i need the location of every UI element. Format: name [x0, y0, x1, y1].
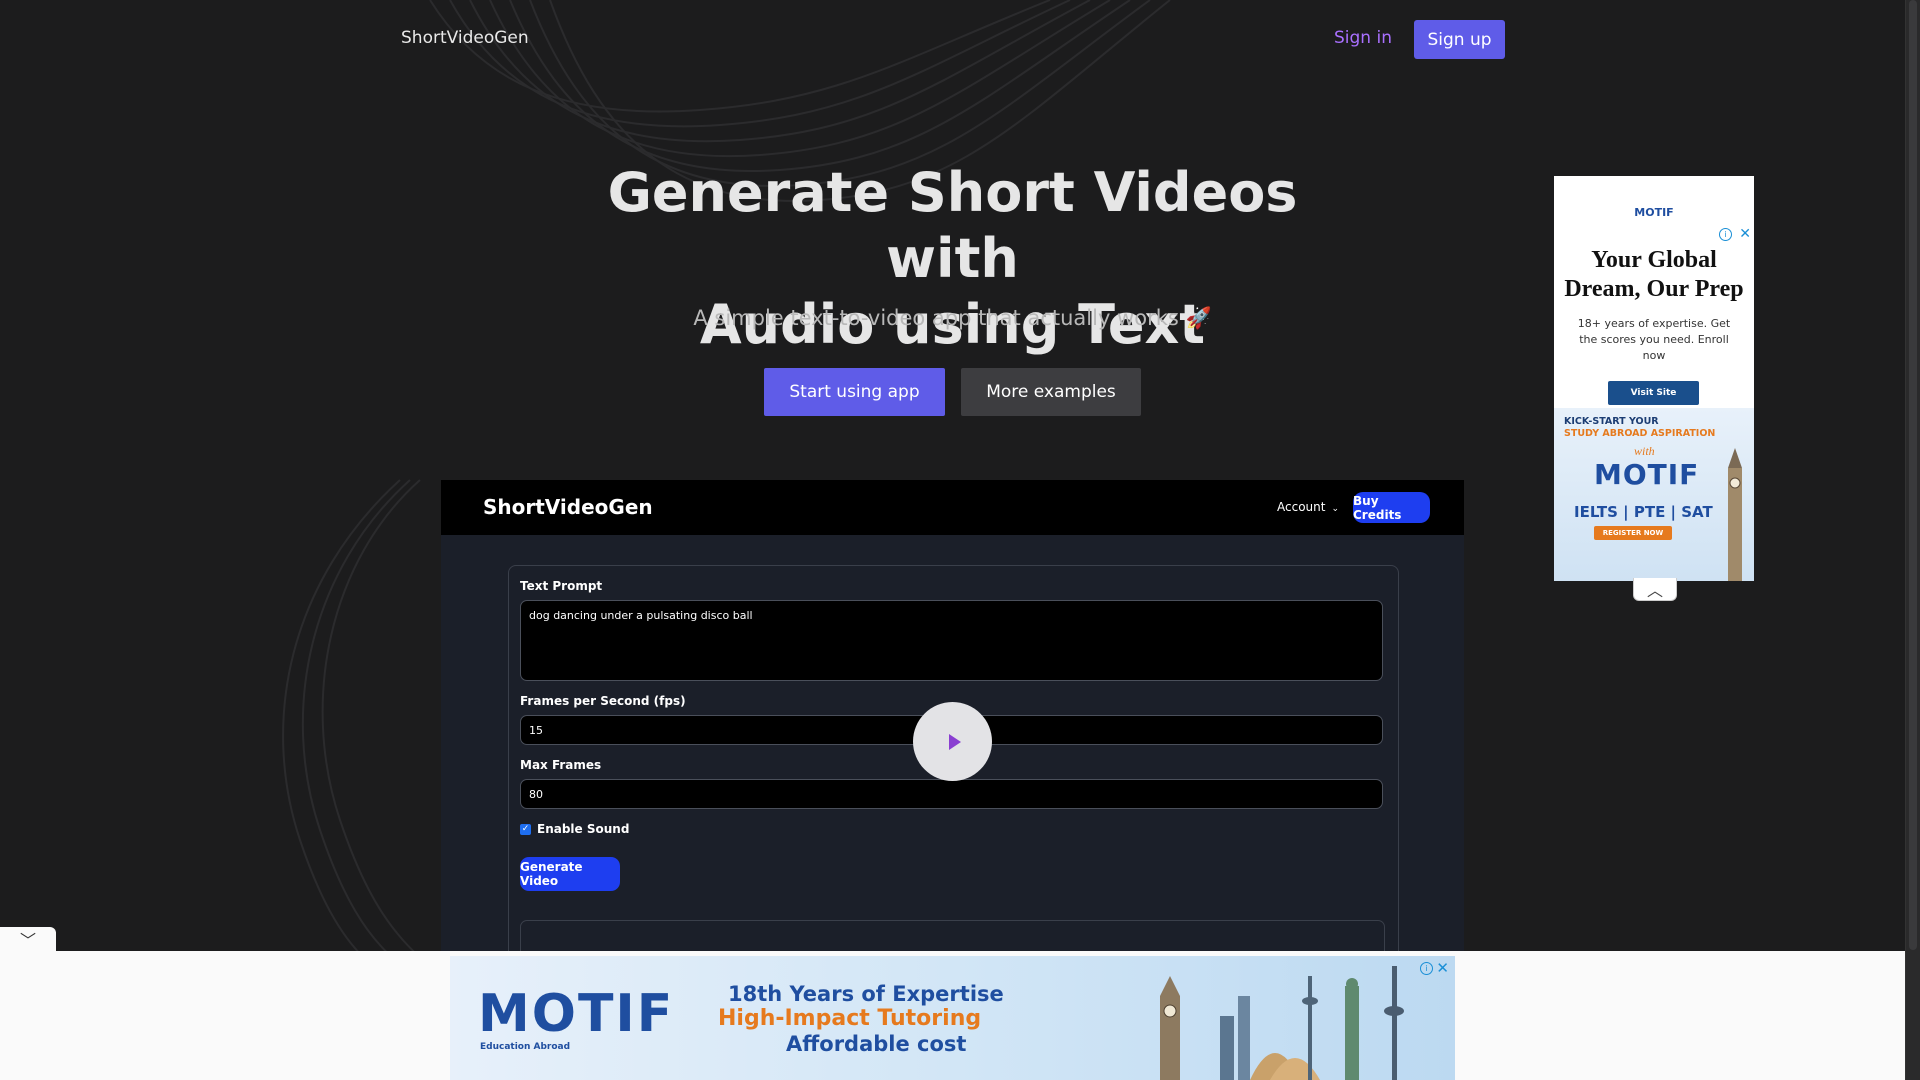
close-icon[interactable]: ✕: [1739, 226, 1751, 242]
ad-tests-text: IELTS | PTE | SAT: [1574, 503, 1713, 521]
generate-video-button[interactable]: Generate Video: [520, 857, 620, 891]
ad-logo: MOTIF: [1634, 206, 1674, 219]
hero-subtitle: A simple text-to-video app that actually…: [693, 306, 1212, 330]
scrollbar-thumb[interactable]: [1909, 0, 1917, 950]
fps-label: Frames per Second (fps): [520, 694, 686, 708]
ad-kick-line-2: STUDY ABROAD ASPIRATION: [1564, 428, 1716, 439]
max-frames-input[interactable]: 80: [520, 779, 1383, 809]
start-using-app-button[interactable]: Start using app: [764, 368, 945, 416]
bottom-ad-line-1: 18th Years of Expertise: [728, 982, 1004, 1006]
side-advertisement[interactable]: MOTIF i ✕ Your Global Dream, Our Prep 18…: [1554, 176, 1754, 581]
enable-sound-checkbox[interactable]: ✓: [520, 823, 531, 835]
play-icon: [948, 733, 961, 750]
visit-site-button[interactable]: Visit Site: [1608, 381, 1699, 405]
info-icon[interactable]: i: [1420, 962, 1433, 975]
account-menu[interactable]: Account ⌄: [1277, 500, 1339, 514]
more-examples-button[interactable]: More examples: [961, 368, 1141, 416]
bottom-advertisement[interactable]: MOTIF Education Abroad 18th Years of Exp…: [450, 956, 1455, 1080]
page-scrollbar[interactable]: [1905, 0, 1920, 1080]
bottom-ad-logo: MOTIF: [478, 984, 675, 1044]
ad-kick-line-1: KICK-START YOUR: [1564, 416, 1659, 427]
hero-title-line-1: Generate Short Videos with: [607, 161, 1298, 290]
info-icon[interactable]: i: [1719, 228, 1732, 241]
ad-body-text: 18+ years of expertise. Get the scores y…: [1577, 317, 1731, 362]
city-skyline-image: [1160, 966, 1404, 1080]
prompt-textarea[interactable]: dog dancing under a pulsating disco ball: [520, 600, 1383, 681]
prompt-label: Text Prompt: [520, 579, 603, 593]
sign-up-button[interactable]: Sign up: [1414, 20, 1505, 59]
account-label: Account: [1277, 500, 1326, 514]
sign-in-link[interactable]: Sign in: [1334, 28, 1392, 48]
bottom-ad-logo-sub: Education Abroad: [480, 1042, 571, 1052]
ad-headline-line-1: Your Global: [1591, 247, 1717, 273]
max-frames-label: Max Frames: [520, 758, 602, 772]
close-icon[interactable]: ✕: [1436, 959, 1449, 977]
ad-brand-logo: MOTIF: [1594, 458, 1700, 491]
bottom-ad-line-3: Affordable cost: [786, 1032, 967, 1056]
enable-sound-label: Enable Sound: [537, 822, 630, 836]
site-brand[interactable]: ShortVideoGen: [401, 28, 529, 48]
ad-headline-line-2: Dream, Our Prep: [1564, 276, 1744, 302]
chevron-up-icon[interactable]: ︿: [1633, 578, 1677, 601]
enable-sound-row: ✓ Enable Sound: [520, 822, 629, 836]
buy-credits-button[interactable]: Buy Credits: [1353, 492, 1430, 523]
ad-headline: Your Global Dream, Our Prep: [1554, 246, 1754, 304]
app-brand[interactable]: ShortVideoGen: [483, 495, 653, 519]
chevron-down-icon[interactable]: ﹀: [0, 927, 56, 951]
ad-with-text: with: [1634, 444, 1655, 458]
bottom-ad-line-2: High-Impact Tutoring: [718, 1006, 982, 1031]
register-now-button[interactable]: REGISTER NOW: [1594, 526, 1672, 540]
ad-kickstart-text: KICK-START YOUR STUDY ABROAD ASPIRATION: [1554, 416, 1734, 440]
app-header: ShortVideoGen Account ⌄ Buy Credits: [441, 480, 1464, 535]
play-video-button[interactable]: [913, 702, 992, 781]
big-ben-icon: [1728, 448, 1742, 581]
ad-banner-image: KICK-START YOUR STUDY ABROAD ASPIRATION …: [1554, 408, 1754, 581]
chevron-down-icon: ⌄: [1331, 504, 1339, 514]
